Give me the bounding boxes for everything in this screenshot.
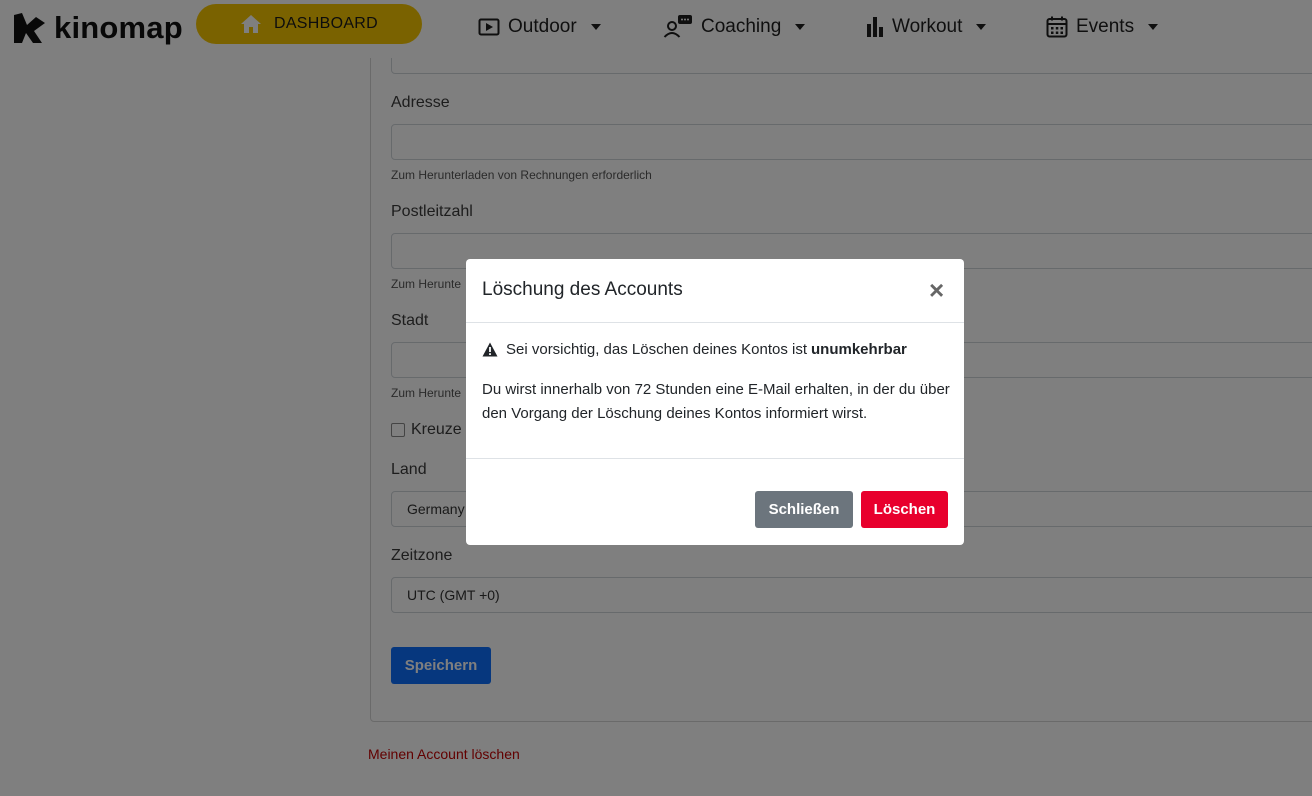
warning-text: Sei vorsichtig, das Löschen deines Konto… [506,341,907,358]
warning-triangle-icon [482,342,498,357]
confirm-delete-button[interactable]: Löschen [861,491,948,528]
delete-account-modal: Löschung des Accounts × Sei vorsichtig, … [466,259,964,545]
close-icon[interactable]: × [929,277,944,303]
modal-title: Löschung des Accounts [482,279,683,300]
modal-footer: Schließen Löschen [466,458,964,546]
warning-strong-text: unumkehrbar [811,341,907,358]
modal-header: Löschung des Accounts × [466,259,964,323]
warning-row: Sei vorsichtig, das Löschen deines Konto… [482,341,907,358]
modal-close-button[interactable]: Schließen [755,491,853,528]
modal-body-text: Du wirst innerhalb von 72 Stunden eine E… [482,381,950,422]
